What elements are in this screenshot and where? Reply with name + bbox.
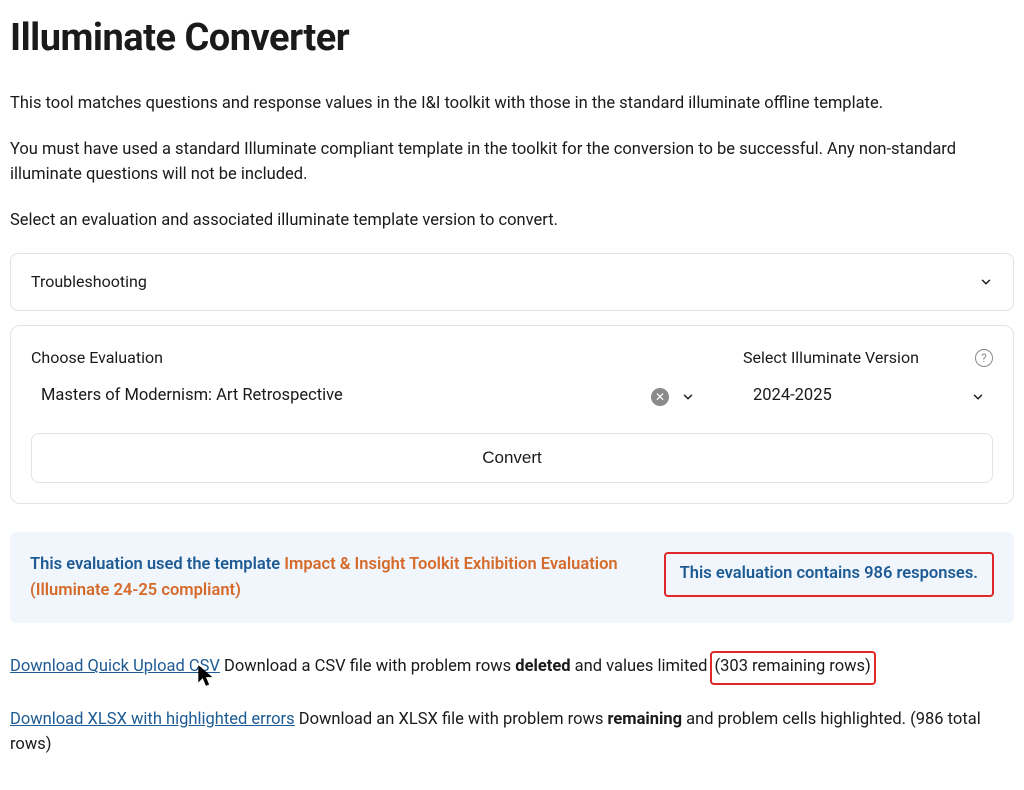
response-count-badge: This evaluation contains 986 responses.	[664, 552, 994, 597]
download-xlsx-link[interactable]: Download XLSX with highlighted errors	[10, 710, 295, 729]
intro-text: This tool matches questions and response…	[10, 91, 1014, 233]
xlsx-remaining-bold: remaining	[608, 710, 683, 729]
chevron-down-icon[interactable]	[681, 390, 695, 404]
converter-form: Choose Evaluation Masters of Modernism: …	[10, 325, 1014, 504]
xlsx-desc-pre: Download an XLSX file with problem rows	[295, 710, 608, 729]
chevron-down-icon	[979, 275, 993, 289]
convert-button[interactable]: Convert	[31, 433, 993, 483]
download-csv-row: Download Quick Upload CSV Download a CSV…	[10, 651, 1014, 685]
version-select[interactable]: 2024-2025	[743, 380, 993, 413]
evaluation-value: Masters of Modernism: Art Retrospective	[41, 384, 639, 409]
evaluation-field: Choose Evaluation Masters of Modernism: …	[31, 346, 703, 413]
summary-prefix: This evaluation used the template	[30, 555, 284, 574]
accordion-label: Troubleshooting	[31, 270, 147, 294]
help-icon[interactable]: ?	[975, 349, 993, 367]
intro-p3: Select an evaluation and associated illu…	[10, 208, 1014, 234]
intro-p2: You must have used a standard Illuminate…	[10, 137, 1014, 188]
remaining-rows-badge: (303 remaining rows)	[710, 651, 876, 685]
summary-box: This evaluation used the template Impact…	[10, 532, 1014, 623]
evaluation-label: Choose Evaluation	[31, 346, 163, 370]
summary-template: This evaluation used the template Impact…	[30, 552, 634, 603]
version-value: 2024-2025	[753, 384, 959, 409]
chevron-down-icon[interactable]	[971, 390, 985, 404]
version-field: Select Illuminate Version ? 2024-2025	[743, 346, 993, 413]
evaluation-select[interactable]: Masters of Modernism: Art Retrospective …	[31, 380, 703, 413]
download-xlsx-row: Download XLSX with highlighted errors Do…	[10, 707, 1014, 758]
clear-icon[interactable]: ✕	[651, 388, 669, 406]
intro-p1: This tool matches questions and response…	[10, 91, 1014, 117]
page-title: Illuminate Converter	[10, 10, 1014, 67]
troubleshooting-accordion[interactable]: Troubleshooting	[10, 253, 1014, 311]
version-label: Select Illuminate Version	[743, 346, 919, 370]
